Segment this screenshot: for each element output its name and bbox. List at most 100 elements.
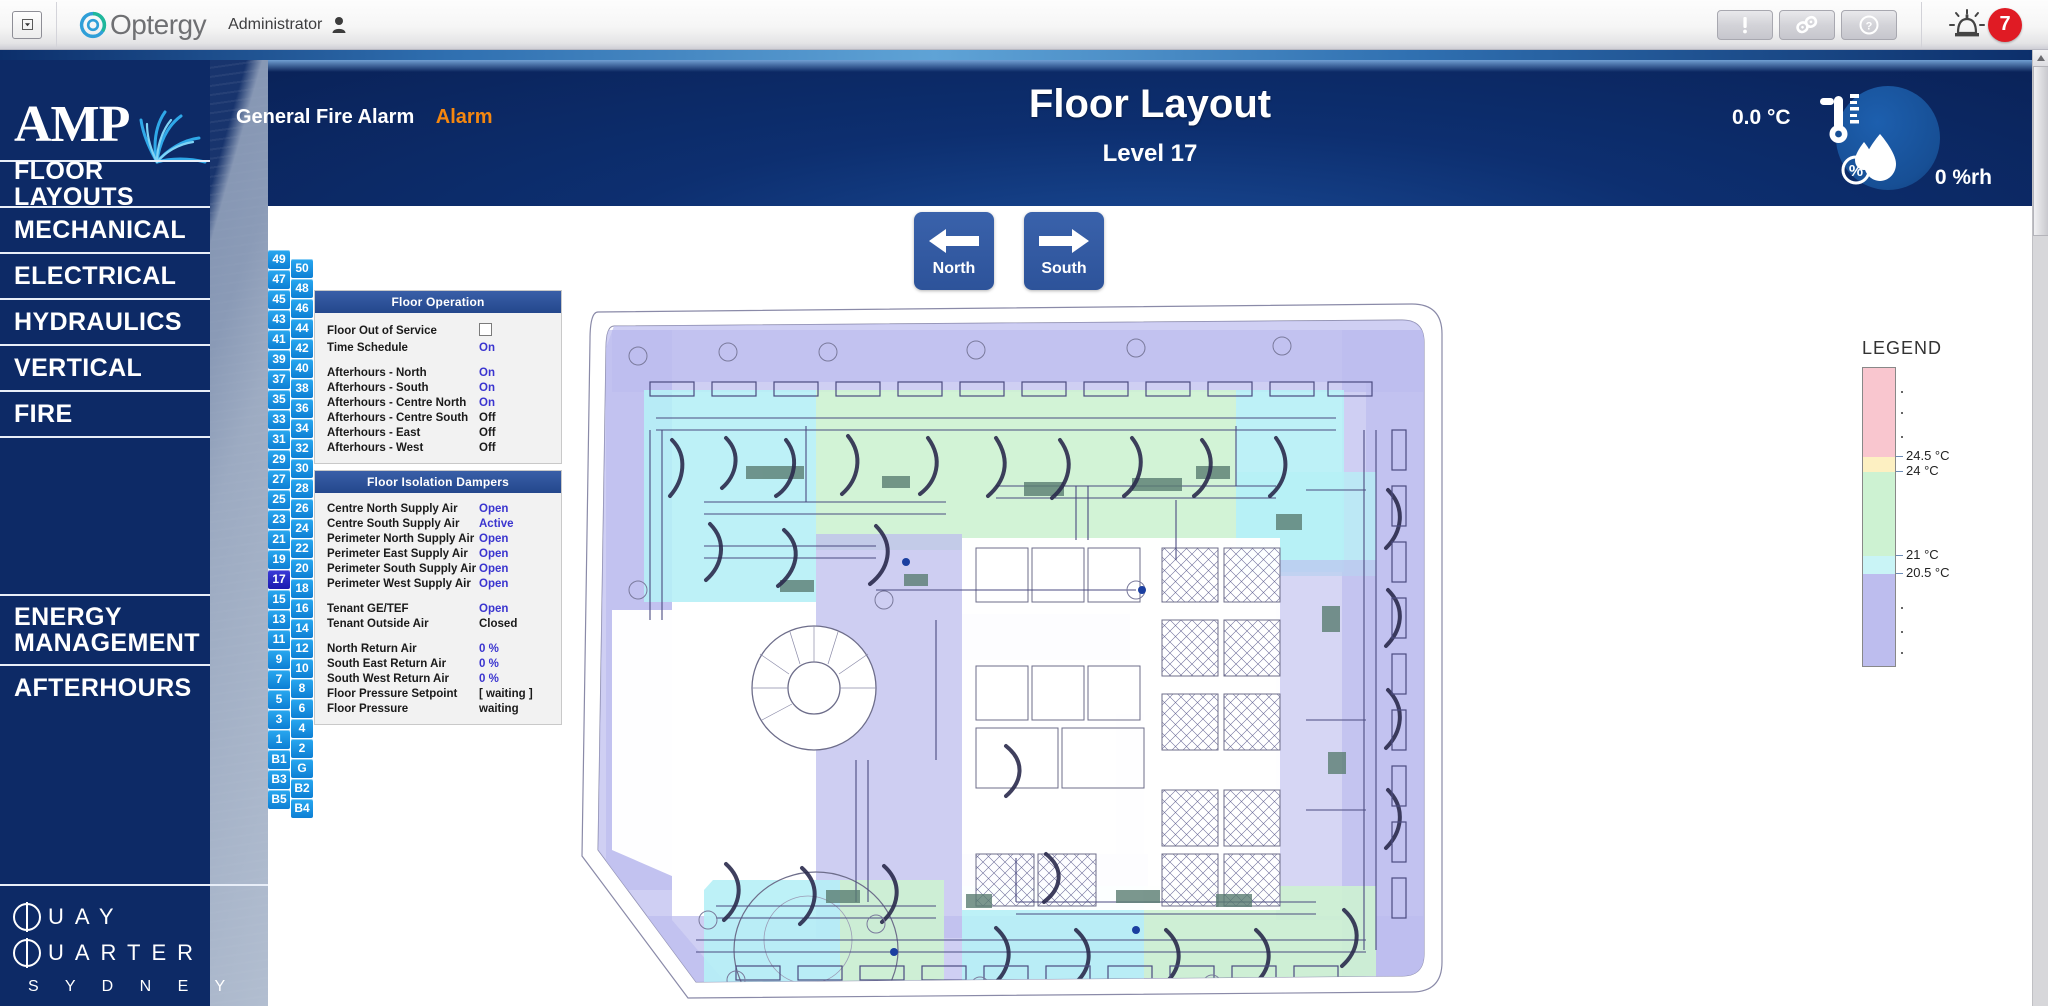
floor-button-42[interactable]: 42: [291, 339, 313, 358]
user-label: Administrator: [228, 15, 323, 33]
floor-button-17[interactable]: 17: [268, 570, 290, 589]
sidebar-item-energy-management[interactable]: ENERGY MANAGEMENT: [0, 594, 210, 664]
floor-button-23[interactable]: 23: [268, 510, 290, 529]
zone-north-perimeter: [612, 330, 1424, 392]
alarm-indicator[interactable]: 7: [1946, 6, 2022, 44]
link-button[interactable]: [1779, 9, 1835, 40]
panel-row: South East Return Air 0 %: [315, 656, 561, 671]
panel-row-value: On: [479, 366, 495, 379]
floor-button-B3[interactable]: B3: [268, 770, 290, 789]
floor-button-32[interactable]: 32: [291, 439, 313, 458]
user-icon[interactable]: [332, 16, 346, 34]
scrollbar-thumb[interactable]: [2033, 66, 2048, 236]
floor-button-B4[interactable]: B4: [291, 799, 313, 818]
floor-button-35[interactable]: 35: [268, 390, 290, 409]
south-button[interactable]: South: [1024, 212, 1104, 290]
sidebar-item-hydraulics[interactable]: HYDRAULICS: [0, 298, 210, 344]
floor-button-13[interactable]: 13: [268, 610, 290, 629]
floor-button-12[interactable]: 12: [291, 639, 313, 658]
floor-button-24[interactable]: 24: [291, 519, 313, 538]
floor-button-2[interactable]: 2: [291, 739, 313, 758]
sidebar-item-electrical[interactable]: ELECTRICAL: [0, 252, 210, 298]
vertical-scrollbar[interactable]: [2032, 50, 2048, 1006]
floor-button-49[interactable]: 49: [268, 250, 290, 269]
floor-button-39[interactable]: 39: [268, 350, 290, 369]
exclamation-icon: [1743, 16, 1747, 33]
panel-row: Perimeter South Supply Air Open: [315, 561, 561, 576]
floor-button-30[interactable]: 30: [291, 459, 313, 478]
sidebar-item-vertical[interactable]: VERTICAL: [0, 344, 210, 390]
floor-button-36[interactable]: 36: [291, 399, 313, 418]
floor-button-34[interactable]: 34: [291, 419, 313, 438]
quay-quarter-circle-icon: [13, 902, 41, 932]
main-content: North South Floor Operation Floor Out of…: [314, 206, 2032, 1006]
floor-button-G[interactable]: G: [291, 759, 313, 778]
floor-button-22[interactable]: 22: [291, 539, 313, 558]
floor-button-10[interactable]: 10: [291, 659, 313, 678]
panel-row-label: Afterhours - North: [327, 366, 427, 379]
panel-row: Floor Pressure Setpoint [ waiting ]: [315, 686, 561, 701]
floor-button-29[interactable]: 29: [268, 450, 290, 469]
floor-button-47[interactable]: 47: [268, 270, 290, 289]
scroll-up-button[interactable]: [2033, 50, 2048, 66]
menu-toggle-button[interactable]: [12, 10, 42, 39]
floor-button-8[interactable]: 8: [291, 679, 313, 698]
floor-button-33[interactable]: 33: [268, 410, 290, 429]
floor-button-20[interactable]: 20: [291, 559, 313, 578]
panel-row-value: Off: [479, 411, 496, 424]
floor-button-14[interactable]: 14: [291, 619, 313, 638]
panel-row-value[interactable]: [479, 322, 551, 339]
floor-button-41[interactable]: 41: [268, 330, 290, 349]
sidebar-item-floor-layouts[interactable]: FLOOR LAYOUTS: [0, 158, 210, 210]
floor-button-B5[interactable]: B5: [268, 790, 290, 809]
floor-button-50[interactable]: 50: [291, 259, 313, 278]
panel-row: Afterhours - North On: [315, 365, 561, 380]
floor-button-40[interactable]: 40: [291, 359, 313, 378]
help-button[interactable]: ?: [1841, 9, 1897, 40]
floor-button-7[interactable]: 7: [268, 670, 290, 689]
top-bar-divider-right: [1921, 1, 1922, 48]
floor-button-11[interactable]: 11: [268, 630, 290, 649]
floor-button-15[interactable]: 15: [268, 590, 290, 609]
floor-button-45[interactable]: 45: [268, 290, 290, 309]
floor-button-31[interactable]: 31: [268, 430, 290, 449]
floor-button-B1[interactable]: B1: [268, 750, 290, 769]
floor-button-26[interactable]: 26: [291, 499, 313, 518]
floor-button-6[interactable]: 6: [291, 699, 313, 718]
floor-button-37[interactable]: 37: [268, 370, 290, 389]
north-button[interactable]: North: [914, 212, 994, 290]
header-gloss: [268, 60, 2032, 72]
floor-button-4[interactable]: 4: [291, 719, 313, 738]
sidebar-item-label: VERTICAL: [14, 353, 143, 382]
floor-button-1[interactable]: 1: [268, 730, 290, 749]
floor-button-B2[interactable]: B2: [291, 779, 313, 798]
level-17-floor-plan[interactable]: [576, 290, 1468, 1006]
floor-button-38[interactable]: 38: [291, 379, 313, 398]
sidebar-item-mechanical[interactable]: MECHANICAL: [0, 206, 210, 252]
floor-button-48[interactable]: 48: [291, 279, 313, 298]
floor-button-16[interactable]: 16: [291, 599, 313, 618]
legend-color-bar: [1862, 367, 1896, 667]
panel-row: Perimeter East Supply Air Open: [315, 546, 561, 561]
sidebar-item-fire[interactable]: FIRE: [0, 390, 210, 436]
sidebar-item-afterhours[interactable]: AFTERHOURS: [0, 664, 210, 710]
floor-button-25[interactable]: 25: [268, 490, 290, 509]
floor-button-3[interactable]: 3: [268, 710, 290, 729]
floor-button-27[interactable]: 27: [268, 470, 290, 489]
floor-button-21[interactable]: 21: [268, 530, 290, 549]
legend-segment-2: [1863, 472, 1895, 556]
floor-out-of-service-checkbox[interactable]: [479, 322, 492, 336]
floor-button-9[interactable]: 9: [268, 650, 290, 669]
floor-button-44[interactable]: 44: [291, 319, 313, 338]
floor-button-19[interactable]: 19: [268, 550, 290, 569]
floor-button-46[interactable]: 46: [291, 299, 313, 318]
floor-plan-drawing: [581, 303, 1443, 999]
panel-row: Afterhours - South On: [315, 380, 561, 395]
floor-button-43[interactable]: 43: [268, 310, 290, 329]
legend-segment-1: [1863, 457, 1895, 473]
floor-button-5[interactable]: 5: [268, 690, 290, 709]
floor-button-18[interactable]: 18: [291, 579, 313, 598]
alert-button[interactable]: [1717, 9, 1773, 40]
panel-row-label: Floor Pressure: [327, 702, 409, 715]
floor-button-28[interactable]: 28: [291, 479, 313, 498]
